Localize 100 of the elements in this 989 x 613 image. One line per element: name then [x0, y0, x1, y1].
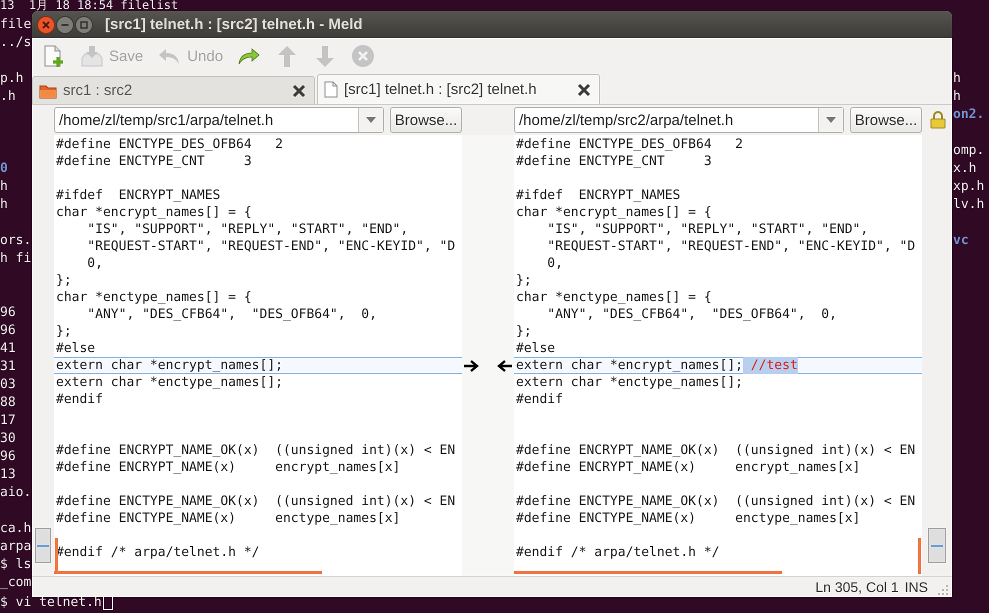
code-line: }; — [56, 323, 72, 340]
code-line: extern char *encrypt_names[]; — [516, 357, 743, 374]
code-line: extern char *enctype_names[]; — [56, 374, 283, 391]
code-line: #define ENCTYPE_CNT 3 — [516, 153, 712, 170]
terminal-text: h — [953, 88, 961, 106]
terminal-text: aio. — [0, 484, 32, 502]
code-line: #define ENCTYPE_NAME_OK(x) ((unsigned int)(x) < EN — [56, 493, 456, 510]
code-line: #else — [516, 340, 556, 357]
code-line: char *encrypt_names[] = { — [516, 204, 712, 221]
code-line: "IS", "SUPPORT", "REPLY", "START", "END", — [86, 221, 408, 238]
arrow-left-icon[interactable] — [497, 360, 513, 372]
code-line: #endif /* arpa/telnet.h */ — [56, 544, 260, 561]
terminal-text: 03 — [0, 376, 16, 394]
code-line: "IS", "SUPPORT", "REPLY", "START", "END", — [546, 221, 868, 238]
terminal-text: 17 — [0, 412, 16, 430]
terminal-text: file — [0, 16, 32, 34]
terminal-text: p.h — [0, 70, 24, 88]
terminal-text: 13 1月 18 18:54 filelist — [0, 0, 178, 11]
code-line: }; — [516, 272, 532, 289]
code-line: #endif /* arpa/telnet.h */ — [516, 544, 720, 561]
browse-button[interactable]: Browse... — [390, 107, 462, 133]
inserted-text: //test — [742, 357, 798, 374]
terminal-text: 96 — [0, 304, 16, 322]
code-line: 0, — [86, 255, 103, 272]
caret-icon — [366, 117, 376, 123]
terminal-text: 0 — [0, 160, 8, 178]
lock-icon — [930, 111, 946, 129]
terminal-text: x.h — [953, 160, 976, 178]
code-line: #define ENCRYPT_NAME(x) encrypt_names[x] — [516, 459, 860, 476]
document-icon — [324, 81, 338, 98]
maximize-button[interactable] — [75, 16, 93, 34]
code-line: extern char *encrypt_names[]; — [56, 357, 283, 374]
terminal-text: $ vi telnet.h — [0, 596, 102, 610]
terminal-text: 31 — [0, 358, 16, 376]
cursor-position: Ln 305, Col 1 — [815, 579, 899, 595]
caret-icon — [826, 117, 836, 123]
close-button[interactable] — [37, 16, 55, 34]
terminal-text: vc — [953, 232, 969, 250]
tab[interactable]: src1 : src2 — [32, 76, 315, 104]
insert-mode: INS — [904, 579, 928, 595]
tab-label: src1 : src2 — [63, 82, 134, 99]
terminal-text: 96 — [0, 322, 16, 340]
code-line: #endif — [56, 391, 103, 408]
save-icon — [79, 44, 103, 68]
terminal-text: h — [953, 70, 961, 88]
close-icon[interactable] — [577, 82, 591, 96]
code-line: #define ENCTYPE_DES_OFB64 2 — [516, 136, 743, 153]
tab-label: [src1] telnet.h : [src2] telnet.h — [344, 81, 538, 98]
terminal-text: omp. — [953, 142, 984, 160]
terminal-text: lv.h — [953, 196, 984, 214]
code-line: 0, — [546, 255, 563, 272]
terminal-text: h fi — [0, 250, 32, 268]
terminal-text: xp.h — [953, 178, 984, 196]
code-line: extern char *enctype_names[]; — [516, 374, 743, 391]
code-line: #define ENCRYPT_NAME_OK(x) ((unsigned int)(x) < EN — [56, 442, 456, 459]
code-line: #define ENCRYPT_NAME(x) encrypt_names[x] — [56, 459, 400, 476]
stop-icon — [351, 44, 376, 68]
scrollbar-thumb[interactable] — [35, 528, 51, 563]
tab[interactable]: [src1] telnet.h : [src2] telnet.h — [317, 74, 600, 104]
window-title: [src1] telnet.h : [src2] telnet.h - Meld — [105, 16, 363, 33]
terminal-text: 13 — [0, 466, 16, 484]
terminal-text: ca.h — [0, 520, 32, 538]
resize-grip-icon[interactable] — [938, 585, 948, 595]
terminal-text: h — [0, 178, 8, 196]
arrow-right-icon[interactable] — [463, 360, 479, 372]
code-line: #define ENCRYPT_NAME_OK(x) ((unsigned int)(x) < EN — [516, 442, 916, 459]
code-line: "REQUEST-START", "REQUEST-END", "ENC-KEYID", "D — [546, 238, 916, 255]
terminal-text: arpa — [0, 538, 32, 556]
path-combo[interactable]: /home/zl/temp/src1/arpa/telnet.h — [54, 107, 384, 133]
terminal-text: h — [0, 196, 8, 214]
code-line: #define ENCTYPE_NAME_OK(x) ((unsigned int)(x) < EN — [516, 493, 916, 510]
code-line: #define ENCTYPE_DES_OFB64 2 — [56, 136, 283, 153]
code-line: "ANY", "DES_CFB64", "DES_OFB64", 0, — [546, 306, 837, 323]
terminal-text: 96 — [0, 448, 16, 466]
code-line: char *encrypt_names[] = { — [56, 204, 252, 221]
code-line: #define ENCTYPE_NAME(x) enctype_names[x] — [56, 510, 400, 527]
code-line: "ANY", "DES_CFB64", "DES_OFB64", 0, — [86, 306, 377, 323]
code-line: char *enctype_names[] = { — [516, 289, 712, 306]
close-icon[interactable] — [292, 84, 306, 98]
code-line: #else — [56, 340, 96, 357]
code-line: #ifdef ENCRYPT_NAMES — [56, 187, 220, 204]
code-line: char *enctype_names[] = { — [56, 289, 252, 306]
code-line: #define ENCTYPE_NAME(x) enctype_names[x] — [516, 510, 860, 527]
terminal-text: 88 — [0, 394, 16, 412]
path-combo[interactable]: /home/zl/temp/src2/arpa/telnet.h — [514, 107, 844, 133]
terminal-text: .h — [0, 88, 16, 106]
browse-button[interactable]: Browse... — [850, 107, 922, 133]
terminal-text: ../s — [0, 34, 32, 52]
minimize-button[interactable] — [56, 16, 74, 34]
code-line: }; — [56, 272, 72, 289]
code-line: }; — [516, 323, 532, 340]
terminal-text: _com — [0, 574, 32, 592]
folder-icon — [39, 82, 57, 98]
code-line: #endif — [516, 391, 563, 408]
terminal-text: ors. — [0, 232, 32, 250]
code-line: "REQUEST-START", "REQUEST-END", "ENC-KEYID", "D — [86, 238, 456, 255]
terminal-text: on2. — [953, 106, 984, 124]
scrollbar-thumb[interactable] — [928, 528, 946, 563]
code-line: #ifdef ENCRYPT_NAMES — [516, 187, 680, 204]
terminal-text: 30 — [0, 430, 16, 448]
